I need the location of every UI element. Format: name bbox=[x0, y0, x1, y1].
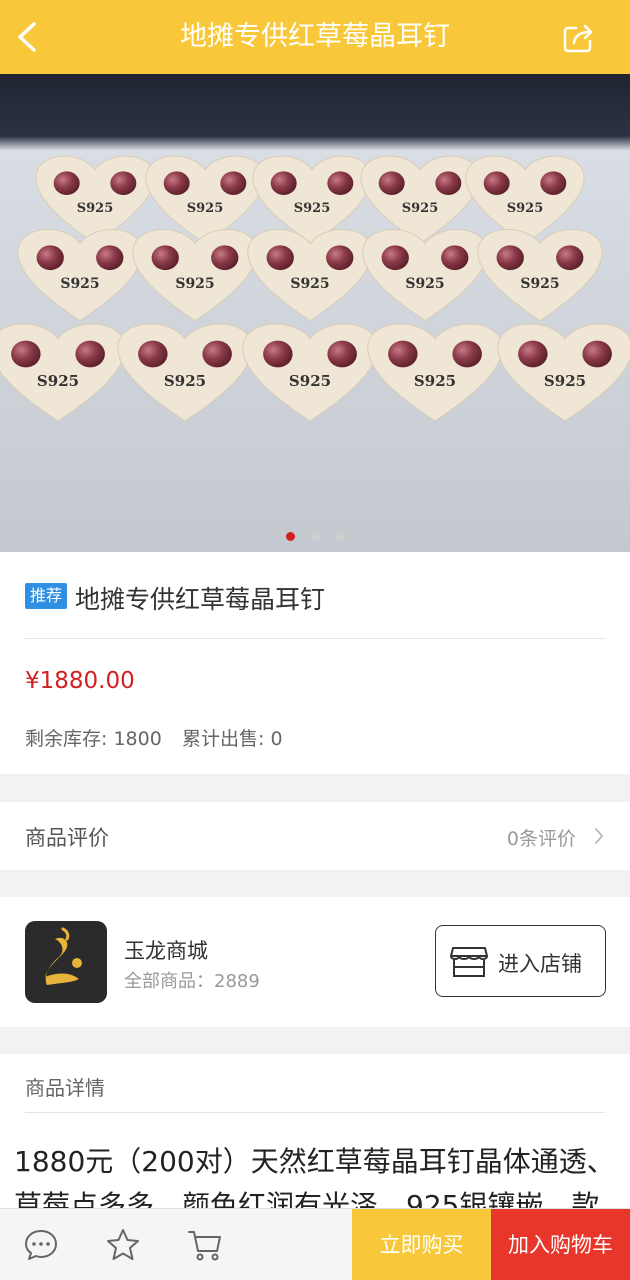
silver-stamp-label: S925 bbox=[405, 276, 444, 292]
strawberry-quartz-stud bbox=[388, 340, 418, 368]
strawberry-quartz-stud bbox=[378, 171, 405, 195]
strawberry-quartz-stud bbox=[75, 340, 105, 368]
silver-stamp-label: S925 bbox=[290, 276, 329, 292]
silver-stamp-label: S925 bbox=[77, 201, 114, 216]
strawberry-quartz-stud bbox=[266, 245, 294, 271]
shopping-cart-icon[interactable] bbox=[187, 1227, 223, 1263]
strawberry-quartz-stud bbox=[151, 245, 179, 271]
carousel-dot[interactable] bbox=[310, 532, 320, 541]
recommend-badge: 推荐 bbox=[25, 583, 68, 609]
silver-stamp-label: S925 bbox=[187, 201, 224, 216]
silver-stamp-label: S925 bbox=[60, 276, 99, 292]
silver-stamp-label: S925 bbox=[289, 372, 331, 390]
strawberry-quartz-stud bbox=[53, 171, 80, 195]
shop-product-count: 全部商品：2889 bbox=[124, 971, 260, 992]
product-photo: S925 S925 S925 S925 S925 S925 S925 S925 S925 S925… bbox=[0, 74, 630, 552]
strawberry-quartz-stud bbox=[582, 340, 612, 368]
strawberry-quartz-stud bbox=[326, 245, 354, 271]
chat-bubble-icon[interactable] bbox=[23, 1227, 59, 1263]
shop-logo[interactable] bbox=[25, 921, 107, 1003]
strawberry-quartz-stud bbox=[263, 340, 293, 368]
top-nav-bar: 地摊专供红草莓晶耳钉 bbox=[0, 0, 630, 74]
silver-stamp-label: S925 bbox=[520, 276, 559, 292]
star-favorite-icon[interactable] bbox=[105, 1227, 141, 1263]
enter-shop-button[interactable]: 进入店铺 bbox=[435, 925, 606, 997]
share-icon[interactable] bbox=[562, 22, 596, 54]
strawberry-quartz-stud bbox=[556, 245, 584, 271]
strawberry-quartz-stud bbox=[220, 171, 247, 195]
silver-stamp-label: S925 bbox=[544, 372, 586, 390]
strawberry-quartz-stud bbox=[441, 245, 469, 271]
shop-card: 玉龙商城 全部商品：2889 进入店铺 bbox=[0, 897, 630, 1027]
carousel-dot[interactable] bbox=[335, 532, 345, 541]
strawberry-quartz-stud bbox=[96, 245, 124, 271]
buy-now-button[interactable]: 立即购买 bbox=[352, 1209, 491, 1280]
reviews-row[interactable]: 商品评价 0条评价 bbox=[0, 802, 630, 870]
back-chevron-icon[interactable] bbox=[12, 18, 48, 56]
strawberry-quartz-stud bbox=[518, 340, 548, 368]
shop-name: 玉龙商城 bbox=[124, 939, 208, 963]
strawberry-quartz-stud bbox=[327, 171, 354, 195]
strawberry-quartz-stud bbox=[163, 171, 190, 195]
product-title: 地摊专供红草莓晶耳钉 bbox=[75, 585, 326, 614]
strawberry-quartz-stud bbox=[36, 245, 64, 271]
bottom-action-bar: 立即购买 加入购物车 bbox=[0, 1208, 630, 1280]
carousel-indicator bbox=[0, 526, 630, 545]
carousel-dot[interactable] bbox=[285, 532, 295, 541]
silver-stamp-label: S925 bbox=[402, 201, 439, 216]
silver-stamp-label: S925 bbox=[414, 372, 456, 390]
page-title: 地摊专供红草莓晶耳钉 bbox=[180, 21, 450, 52]
reviews-label: 商品评价 bbox=[25, 826, 109, 850]
strawberry-quartz-stud bbox=[496, 245, 524, 271]
strawberry-quartz-stud bbox=[452, 340, 482, 368]
details-heading: 商品详情 bbox=[25, 1076, 105, 1100]
silver-stamp-label: S925 bbox=[37, 372, 79, 390]
total-sold: 累计出售: 0 bbox=[182, 728, 283, 750]
reviews-count: 0条评价 bbox=[506, 828, 576, 850]
strawberry-quartz-stud bbox=[327, 340, 357, 368]
silver-stamp-label: S925 bbox=[164, 372, 206, 390]
strawberry-quartz-stud bbox=[211, 245, 239, 271]
stock-remaining: 剩余库存: 1800 bbox=[25, 728, 162, 750]
strawberry-quartz-stud bbox=[270, 171, 297, 195]
silver-stamp-label: S925 bbox=[507, 201, 544, 216]
product-info-card: 推荐 地摊专供红草莓晶耳钉 ¥1880.00 剩余库存: 1800 累计出售: … bbox=[0, 552, 630, 774]
store-icon bbox=[450, 944, 488, 978]
enter-shop-label: 进入店铺 bbox=[498, 952, 582, 976]
chevron-right-icon bbox=[594, 826, 604, 846]
strawberry-quartz-stud bbox=[11, 340, 41, 368]
divider bbox=[25, 1112, 605, 1113]
strawberry-quartz-stud bbox=[202, 340, 232, 368]
strawberry-quartz-stud bbox=[138, 340, 168, 368]
silver-stamp-label: S925 bbox=[294, 201, 331, 216]
product-image-carousel[interactable]: S925 S925 S925 S925 S925 S925 S925 S925 S925 S925… bbox=[0, 74, 630, 552]
silver-stamp-label: S925 bbox=[175, 276, 214, 292]
add-to-cart-button[interactable]: 加入购物车 bbox=[491, 1209, 630, 1280]
strawberry-quartz-stud bbox=[435, 171, 462, 195]
divider bbox=[25, 638, 605, 639]
strawberry-quartz-stud bbox=[483, 171, 510, 195]
strawberry-quartz-stud bbox=[381, 245, 409, 271]
strawberry-quartz-stud bbox=[110, 171, 137, 195]
strawberry-quartz-stud bbox=[540, 171, 567, 195]
product-price: ¥1880.00 bbox=[25, 668, 135, 694]
